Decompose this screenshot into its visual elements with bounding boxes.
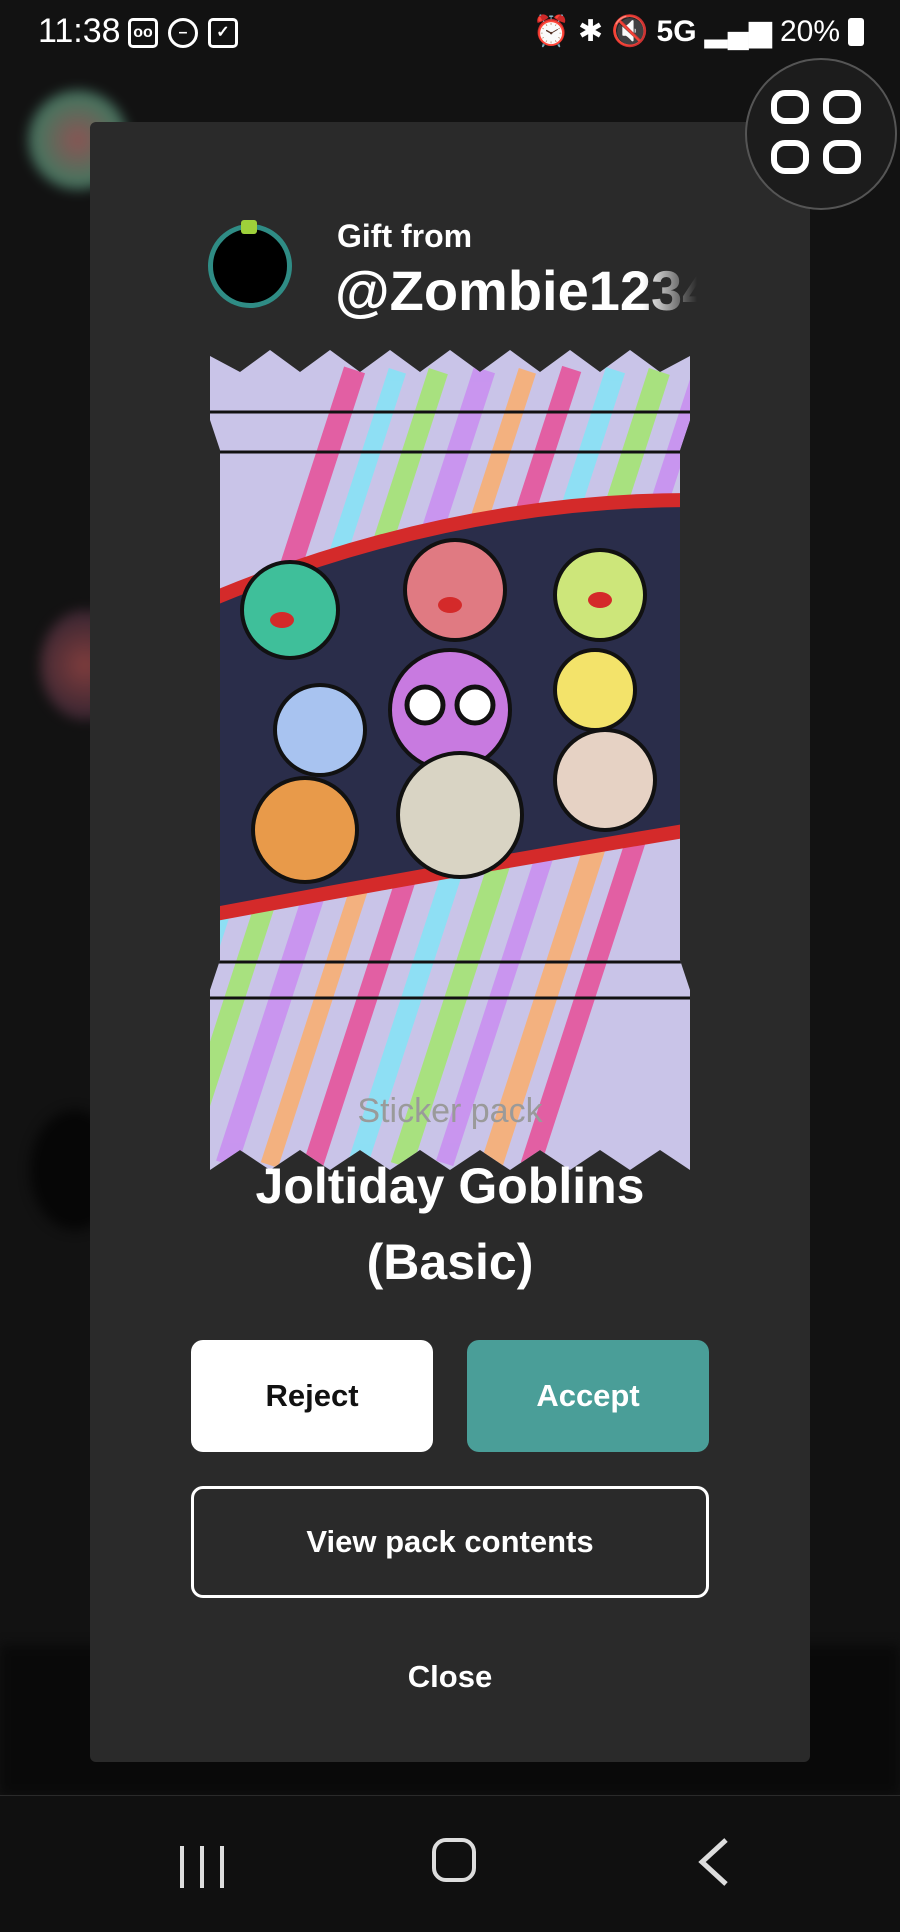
close-button[interactable]: Close: [300, 1642, 600, 1712]
pack-wrapper: [210, 350, 690, 1170]
avatar-badge-icon: [241, 220, 257, 234]
status-bar: 11:38 oo – ✓ ⏰ ✱ 🔇 5G ▂▄▆ 20%: [0, 0, 900, 70]
alarm-icon: ⏰: [532, 15, 571, 48]
reject-button[interactable]: Reject: [191, 1340, 433, 1452]
pack-name-line2: (Basic): [366, 1234, 534, 1290]
status-time: 11:38: [38, 12, 121, 50]
network-label: 5G: [656, 14, 697, 48]
floating-menu-button[interactable]: [745, 58, 897, 210]
grid-icon-cell: [823, 90, 861, 124]
sender-username: @Zombie1234: [335, 259, 697, 322]
android-nav-bar: [0, 1795, 900, 1932]
grid-icon: [771, 90, 809, 124]
pack-name: Joltiday Goblins (Basic): [90, 1148, 810, 1300]
gift-modal: Gift from @Zombie1234 Sticker pack Jolti…: [90, 122, 810, 1762]
battery-label: 20%: [779, 14, 840, 48]
do-not-disturb-icon: –: [168, 18, 198, 48]
signal-icon: ▂▄▆: [704, 15, 772, 48]
battery-icon: [848, 17, 864, 46]
status-left-icons: oo – ✓: [128, 18, 238, 48]
pack-type-label: Sticker pack: [357, 1092, 543, 1130]
status-right-icons: ⏰ ✱ 🔇 5G ▂▄▆ 20%: [533, 14, 864, 49]
bluetooth-icon: ✱: [578, 15, 604, 48]
back-icon[interactable]: [694, 1836, 734, 1888]
checkbox-icon: ✓: [208, 18, 238, 48]
voicemail-icon: oo: [128, 18, 158, 48]
accept-button[interactable]: Accept: [467, 1340, 709, 1452]
grid-icon-cell: [823, 140, 861, 174]
view-pack-contents-button[interactable]: View pack contents: [191, 1486, 709, 1598]
recent-apps-icon[interactable]: [180, 1846, 224, 1888]
sticker-pack-image: [210, 350, 690, 1170]
pack-name-line1: Joltiday Goblins: [255, 1158, 645, 1214]
grid-icon-cell: [771, 140, 809, 174]
gift-from-label: Gift from: [337, 218, 473, 254]
home-icon[interactable]: [432, 1838, 476, 1882]
mute-icon: 🔇: [611, 15, 649, 48]
sender-avatar[interactable]: [208, 224, 292, 308]
